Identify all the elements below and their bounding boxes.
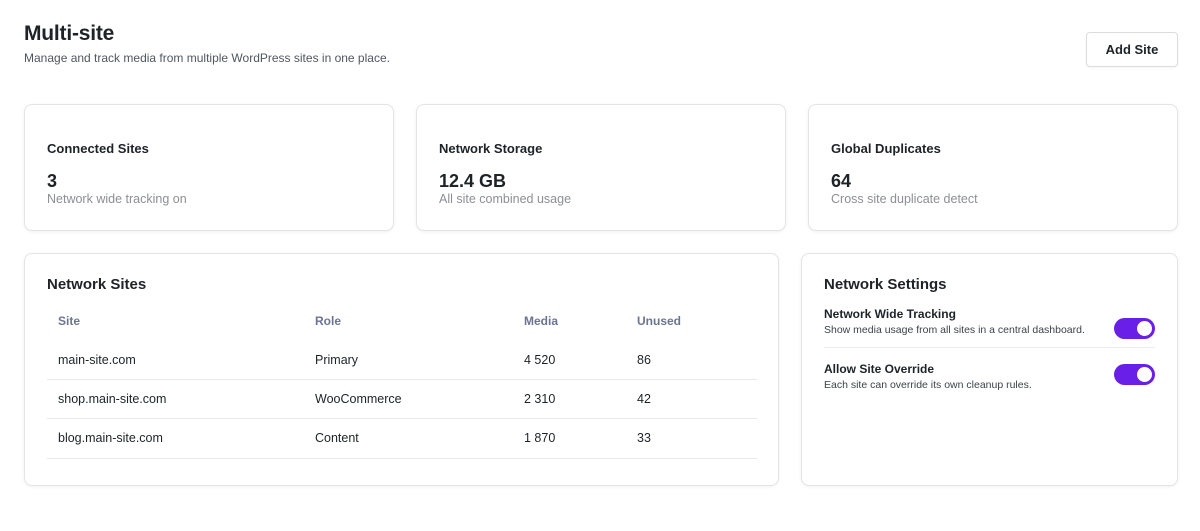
- stat-card-connected-sites: Connected Sites 3 Network wide tracking …: [24, 104, 394, 231]
- cell-unused: 86: [626, 342, 757, 380]
- cell-role: Content: [304, 418, 513, 459]
- table-row[interactable]: shop.main-site.com WooCommerce 2 310 42: [47, 379, 757, 419]
- column-header-unused: Unused: [637, 314, 682, 328]
- stat-desc: Cross site duplicate detect: [831, 192, 978, 206]
- stat-value: 3: [47, 171, 58, 191]
- column-header-role: Role: [315, 314, 342, 328]
- page-subtitle: Manage and track media from multiple Wor…: [24, 51, 390, 65]
- setting-desc: Show media usage from all sites in a cen…: [824, 324, 1085, 336]
- cell-unused: 33: [626, 418, 757, 459]
- stat-card-global-duplicates: Global Duplicates 64 Cross site duplicat…: [808, 104, 1178, 231]
- stat-card-network-storage: Network Storage 12.4 GB All site combine…: [416, 104, 786, 231]
- cell-site: main-site.com: [47, 342, 304, 380]
- network-sites-title: Network Sites: [47, 276, 147, 293]
- setting-title: Network Wide Tracking: [824, 307, 956, 321]
- stat-value: 64: [831, 171, 852, 191]
- setting-network-wide-tracking: Network Wide Tracking Show media usage f…: [824, 293, 1155, 348]
- stat-label: Global Duplicates: [831, 141, 941, 156]
- column-header-site: Site: [58, 314, 81, 328]
- setting-allow-site-override: Allow Site Override Each site can overri…: [824, 348, 1155, 402]
- cell-role: WooCommerce: [304, 379, 513, 419]
- stat-value: 12.4 GB: [439, 171, 507, 191]
- stat-label: Connected Sites: [47, 141, 149, 156]
- column-header-media: Media: [524, 314, 559, 328]
- setting-desc: Each site can override its own cleanup r…: [824, 379, 1032, 391]
- cell-role: Primary: [304, 342, 513, 380]
- network-sites-table: Site Role Media Unused main-site.com Pri…: [47, 314, 757, 459]
- toggle-knob: [1137, 321, 1152, 336]
- table-header-row: Site Role Media Unused: [47, 314, 757, 342]
- cell-media: 2 310: [513, 379, 626, 419]
- cell-site: blog.main-site.com: [47, 418, 304, 459]
- stat-label: Network Storage: [439, 141, 543, 156]
- cell-unused: 42: [626, 379, 757, 419]
- add-site-button[interactable]: Add Site: [1086, 32, 1178, 67]
- page-header: Multi-site Manage and track media from m…: [24, 22, 390, 65]
- network-sites-card: Network Sites Site Role Media Unused mai…: [24, 253, 779, 486]
- stat-desc: Network wide tracking on: [47, 192, 187, 206]
- setting-title: Allow Site Override: [824, 362, 935, 376]
- cell-site: shop.main-site.com: [47, 379, 304, 419]
- cell-media: 1 870: [513, 418, 626, 459]
- table-row[interactable]: main-site.com Primary 4 520 86: [47, 342, 757, 380]
- toggle-knob: [1137, 367, 1152, 382]
- table-row[interactable]: blog.main-site.com Content 1 870 33: [47, 418, 757, 459]
- cell-media: 4 520: [513, 342, 626, 380]
- network-settings-card: Network Settings Network Wide Tracking S…: [801, 253, 1178, 486]
- stat-desc: All site combined usage: [439, 192, 572, 206]
- page-title: Multi-site: [24, 22, 115, 45]
- allow-site-override-toggle[interactable]: [1114, 364, 1155, 385]
- network-settings-title: Network Settings: [824, 276, 947, 293]
- network-wide-tracking-toggle[interactable]: [1114, 318, 1155, 339]
